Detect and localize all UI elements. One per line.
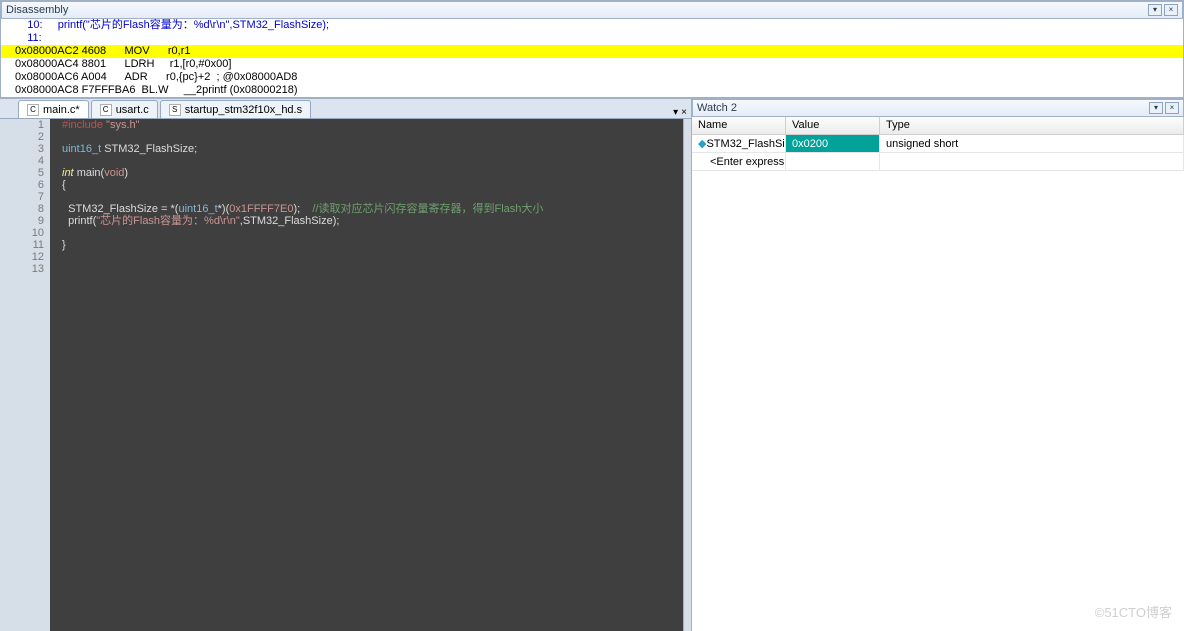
line-number: 13 bbox=[14, 263, 44, 275]
watch-cell-type[interactable]: unsigned short bbox=[880, 135, 1184, 153]
line-number: 6 bbox=[14, 179, 44, 191]
line-number-gutter: 12345678910111213 bbox=[14, 119, 50, 631]
line-number: 1 bbox=[14, 119, 44, 131]
line-number: 4 bbox=[14, 155, 44, 167]
code-editor[interactable]: 12345678910111213 #include "sys.h" uint1… bbox=[0, 119, 691, 631]
line-number: 8 bbox=[14, 203, 44, 215]
overview-ruler[interactable] bbox=[683, 119, 691, 631]
file-icon: C bbox=[100, 104, 112, 116]
code-area[interactable]: #include "sys.h" uint16_t STM32_FlashSiz… bbox=[60, 119, 683, 631]
tab-label: main.c* bbox=[43, 104, 80, 116]
watch-cell-value[interactable]: 0x0200 bbox=[786, 135, 880, 153]
fold-gutter[interactable] bbox=[50, 119, 60, 631]
watch-col-value[interactable]: Value bbox=[786, 117, 880, 134]
tab-main-c-[interactable]: Cmain.c* bbox=[18, 100, 89, 118]
line-number: 2 bbox=[14, 131, 44, 143]
file-icon: C bbox=[27, 104, 39, 116]
tab-startup-stm32f10x-hd-s[interactable]: Sstartup_stm32f10x_hd.s bbox=[160, 100, 311, 118]
watch-col-type[interactable]: Type bbox=[880, 117, 1184, 134]
watch-row[interactable]: <Enter expression> bbox=[692, 153, 1184, 171]
breakpoint-gutter[interactable] bbox=[0, 119, 14, 631]
line-number: 5 bbox=[14, 167, 44, 179]
editor-tabbar[interactable]: Cmain.c*Cusart.cSstartup_stm32f10x_hd.s … bbox=[0, 99, 691, 119]
disasm-row[interactable]: 0x08000AC6 A004 ADR r0,{pc}+2 ; @0x08000… bbox=[1, 71, 1183, 84]
panel-dropdown-icon[interactable]: ▾ bbox=[1148, 4, 1162, 16]
disasm-row[interactable]: 0x08000AC8 F7FFFBA6 BL.W __2printf (0x08… bbox=[1, 84, 1183, 97]
tab-label: usart.c bbox=[116, 104, 149, 116]
line-number: 7 bbox=[14, 191, 44, 203]
line-number: 12 bbox=[14, 251, 44, 263]
tab-dropdown-icon[interactable]: ▾ bbox=[673, 107, 678, 118]
watch-row[interactable]: ◆ STM32_FlashSi...0x0200unsigned short bbox=[692, 135, 1184, 153]
watch-cell-type[interactable] bbox=[880, 153, 1184, 171]
disassembly-title: Disassembly bbox=[6, 4, 68, 16]
watch-col-name[interactable]: Name bbox=[692, 117, 786, 134]
file-icon: S bbox=[169, 104, 181, 116]
editor-column: Cmain.c*Cusart.cSstartup_stm32f10x_hd.s … bbox=[0, 99, 691, 631]
watch-body[interactable]: Name Value Type ◆ STM32_FlashSi...0x0200… bbox=[692, 117, 1184, 631]
line-number: 3 bbox=[14, 143, 44, 155]
tab-close-icon[interactable]: × bbox=[681, 107, 687, 118]
line-number: 11 bbox=[14, 239, 44, 251]
watch-cell-value[interactable] bbox=[786, 153, 880, 171]
line-number: 9 bbox=[14, 215, 44, 227]
disasm-row[interactable]: 0x08000AC2 4608 MOV r0,r1 bbox=[1, 45, 1183, 58]
watch-table-header[interactable]: Name Value Type bbox=[692, 117, 1184, 135]
disassembly-body[interactable]: 10: printf("芯片的Flash容量为：%d\r\n",STM32_Fl… bbox=[1, 19, 1183, 97]
panel-close-icon[interactable]: × bbox=[1164, 4, 1178, 16]
watch-title: Watch 2 bbox=[697, 102, 737, 114]
disasm-row[interactable]: 10: printf("芯片的Flash容量为：%d\r\n",STM32_Fl… bbox=[1, 19, 1183, 32]
watch-header[interactable]: Watch 2 ▾ × bbox=[692, 99, 1184, 117]
watch-panel: Watch 2 ▾ × Name Value Type ◆ STM32_Flas… bbox=[691, 99, 1184, 631]
panel-close-icon[interactable]: × bbox=[1165, 102, 1179, 114]
line-number: 10 bbox=[14, 227, 44, 239]
tab-label: startup_stm32f10x_hd.s bbox=[185, 104, 302, 116]
disasm-row[interactable]: 11: bbox=[1, 32, 1183, 45]
disassembly-panel: Disassembly ▾ × 10: printf("芯片的Flash容量为：… bbox=[0, 0, 1184, 98]
watch-cell-name[interactable]: <Enter expression> bbox=[692, 153, 786, 171]
tab-usart-c[interactable]: Cusart.c bbox=[91, 100, 158, 118]
disassembly-header[interactable]: Disassembly ▾ × bbox=[1, 1, 1183, 19]
disasm-row[interactable]: 0x08000AC4 8801 LDRH r1,[r0,#0x00] bbox=[1, 58, 1183, 71]
panel-dropdown-icon[interactable]: ▾ bbox=[1149, 102, 1163, 114]
watch-cell-name[interactable]: ◆ STM32_FlashSi... bbox=[692, 135, 786, 153]
